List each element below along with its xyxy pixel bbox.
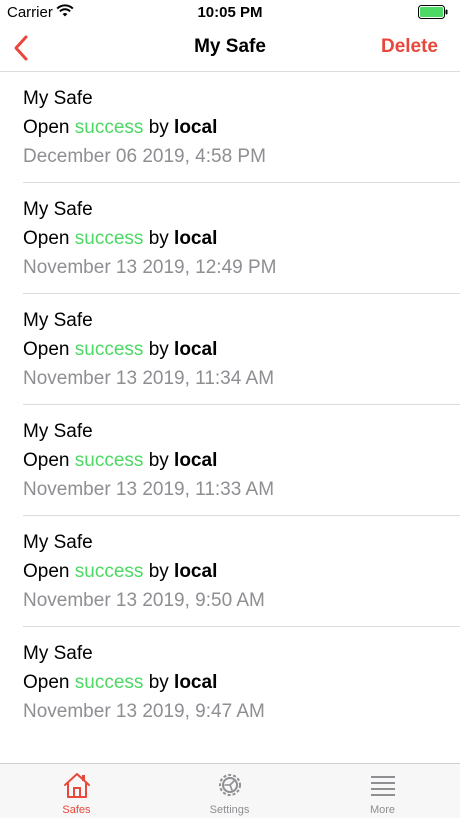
safe-name: My Safe bbox=[23, 88, 93, 109]
action-text: Open bbox=[23, 561, 70, 582]
delete-button[interactable]: Delete bbox=[381, 36, 438, 58]
tab-more[interactable]: More bbox=[306, 764, 459, 818]
timestamp: November 13 2019, 9:47 AM bbox=[23, 701, 265, 722]
result-status: success bbox=[74, 117, 144, 138]
by-text: by bbox=[148, 672, 169, 693]
timestamp: November 13 2019, 9:50 AM bbox=[23, 590, 265, 611]
status-bar: Carrier 10:05 PM bbox=[0, 0, 460, 24]
safe-name: My Safe bbox=[23, 199, 93, 220]
actor-name: local bbox=[174, 672, 218, 693]
log-action-line: Open success by local bbox=[23, 450, 217, 472]
list-item[interactable]: My Safe Open success by local November 1… bbox=[0, 294, 460, 405]
actor-name: local bbox=[174, 228, 218, 249]
tab-bar: Safes Settings More bbox=[0, 763, 460, 818]
by-text: by bbox=[148, 561, 169, 582]
action-text: Open bbox=[23, 450, 70, 471]
gear-icon bbox=[218, 774, 241, 796]
timestamp: November 13 2019, 11:34 AM bbox=[23, 368, 275, 389]
tab-label: Settings bbox=[209, 804, 250, 816]
list-item[interactable]: My Safe Open success by local November 1… bbox=[0, 516, 460, 627]
result-status: success bbox=[74, 339, 144, 360]
tab-label: Safes bbox=[62, 804, 91, 816]
safe-name: My Safe bbox=[23, 421, 93, 442]
action-text: Open bbox=[23, 117, 70, 138]
battery-icon bbox=[418, 5, 448, 24]
timestamp: December 06 2019, 4:58 PM bbox=[23, 146, 266, 167]
by-text: by bbox=[148, 450, 169, 471]
actor-name: local bbox=[174, 561, 218, 582]
result-status: success bbox=[74, 450, 144, 471]
action-text: Open bbox=[23, 672, 70, 693]
safe-name: My Safe bbox=[23, 310, 93, 331]
safe-name: My Safe bbox=[23, 643, 93, 664]
log-action-line: Open success by local bbox=[23, 117, 217, 139]
by-text: by bbox=[148, 228, 169, 249]
timestamp: November 13 2019, 11:33 AM bbox=[23, 479, 275, 500]
by-text: by bbox=[148, 117, 169, 138]
safe-name: My Safe bbox=[23, 532, 93, 553]
access-log-list: My Safe Open success by local December 0… bbox=[0, 72, 460, 738]
timestamp: November 13 2019, 12:49 PM bbox=[23, 257, 277, 278]
tab-label: More bbox=[369, 804, 396, 816]
result-status: success bbox=[74, 228, 144, 249]
list-item[interactable]: My Safe Open success by local November 1… bbox=[0, 183, 460, 294]
actor-name: local bbox=[174, 339, 218, 360]
list-item[interactable]: My Safe Open success by local December 0… bbox=[0, 72, 460, 183]
tab-settings[interactable]: Settings bbox=[153, 764, 306, 818]
status-time: 10:05 PM bbox=[197, 4, 263, 21]
list-item[interactable]: My Safe Open success by local November 1… bbox=[0, 627, 460, 738]
house-icon bbox=[63, 773, 90, 798]
log-action-line: Open success by local bbox=[23, 561, 217, 583]
result-status: success bbox=[74, 561, 144, 582]
navigation-bar: My Safe Delete bbox=[0, 24, 460, 72]
actor-name: local bbox=[174, 117, 218, 138]
log-action-line: Open success by local bbox=[23, 339, 217, 361]
log-action-line: Open success by local bbox=[23, 228, 217, 250]
tab-safes[interactable]: Safes bbox=[0, 764, 153, 818]
menu-lines-icon bbox=[370, 776, 395, 796]
by-text: by bbox=[148, 339, 169, 360]
result-status: success bbox=[74, 672, 144, 693]
log-action-line: Open success by local bbox=[23, 672, 217, 694]
actor-name: local bbox=[174, 450, 218, 471]
list-item[interactable]: My Safe Open success by local November 1… bbox=[0, 405, 460, 516]
action-text: Open bbox=[23, 339, 70, 360]
action-text: Open bbox=[23, 228, 70, 249]
